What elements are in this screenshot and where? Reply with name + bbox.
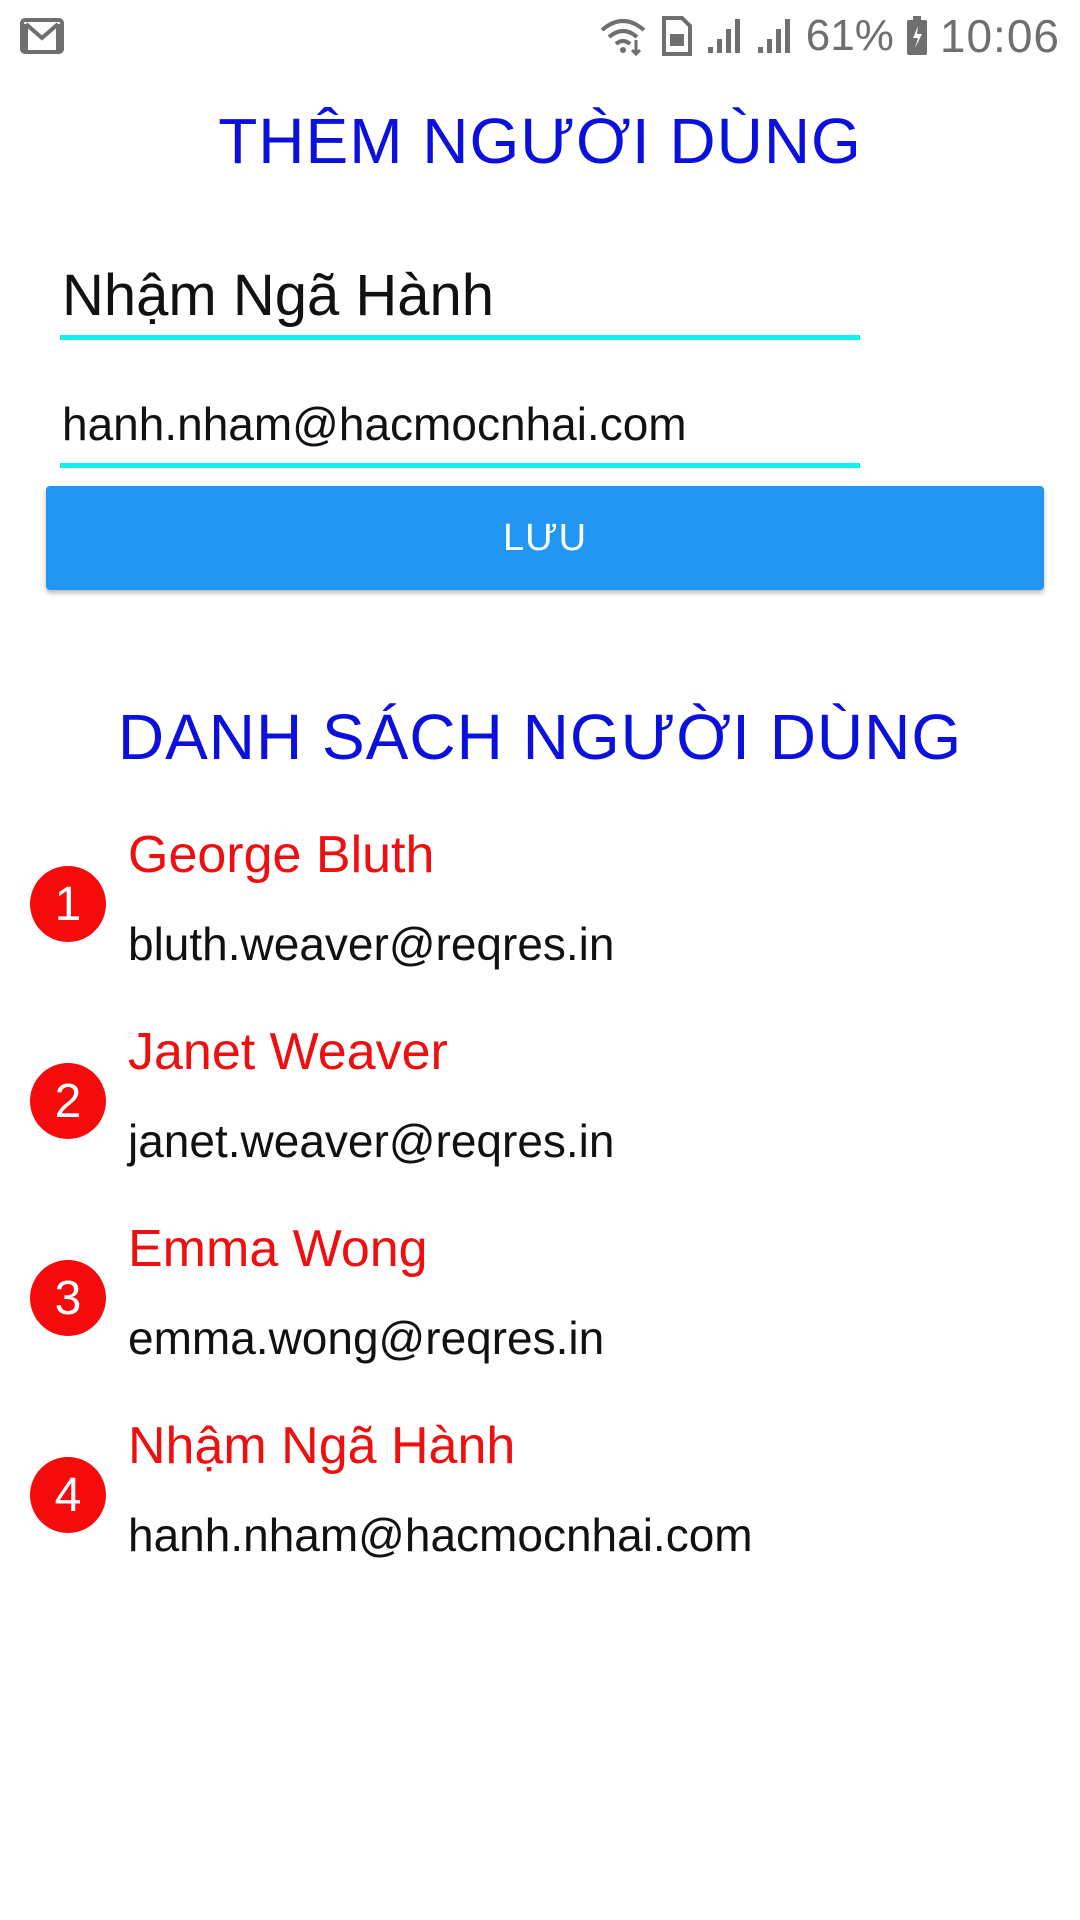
gmail-icon <box>20 18 64 54</box>
user-list-title: DANH SÁCH NGƯỜI DÙNG <box>117 701 963 773</box>
user-name: George Bluth <box>128 826 435 884</box>
user-email: janet.weaver@reqres.in <box>128 1115 615 1167</box>
user-email: hanh.nham@hacmocnhai.com <box>128 1509 753 1561</box>
user-name: Janet Weaver <box>128 1023 448 1081</box>
wifi-icon <box>598 16 648 56</box>
sim-icon <box>660 16 694 56</box>
index-badge: 4 <box>30 1457 106 1533</box>
clock: 10:06 <box>939 10 1060 62</box>
email-input[interactable]: hanh.nham@hacmocnhai.com <box>60 388 860 468</box>
battery-icon <box>906 16 928 56</box>
index-badge: 1 <box>30 866 106 942</box>
signal-icon <box>756 17 794 55</box>
add-user-title: THÊM NGƯỜI DÙNG <box>218 105 862 177</box>
list-item: 3 Emma Wong emma.wong@reqres.in <box>0 1219 1080 1416</box>
index-badge: 2 <box>30 1063 106 1139</box>
status-bar: 61% 10:06 <box>0 0 1080 72</box>
user-name: Nhậm Ngã Hành <box>128 1417 516 1475</box>
list-item: 4 Nhậm Ngã Hành hanh.nham@hacmocnhai.com <box>0 1416 1080 1613</box>
user-email: bluth.weaver@reqres.in <box>128 918 615 970</box>
user-name: Emma Wong <box>128 1220 428 1278</box>
user-email: emma.wong@reqres.in <box>128 1312 605 1364</box>
list-item: 2 Janet Weaver janet.weaver@reqres.in <box>0 1022 1080 1219</box>
battery-percent: 61% <box>805 11 894 60</box>
signal-icon <box>706 17 744 55</box>
save-button[interactable]: LƯU <box>46 486 1044 590</box>
name-input[interactable]: Nhậm Ngã Hành <box>60 256 860 340</box>
list-item: 1 George Bluth bluth.weaver@reqres.in <box>0 825 1080 1022</box>
user-list: 1 George Bluth bluth.weaver@reqres.in 2 … <box>0 825 1080 1613</box>
index-badge: 3 <box>30 1260 106 1336</box>
